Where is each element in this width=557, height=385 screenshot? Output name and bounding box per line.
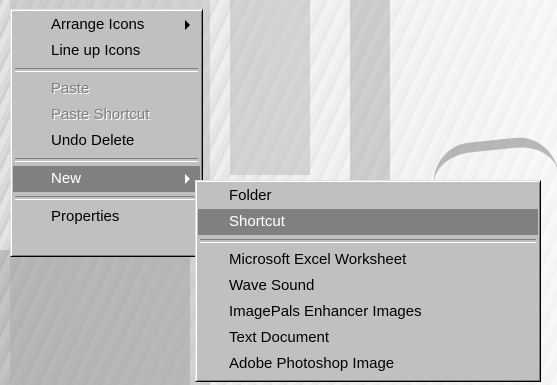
wallpaper-shape — [230, 0, 310, 175]
menu-item-undo-delete[interactable]: Undo Delete — [13, 128, 200, 154]
menu-item-label: Adobe Photoshop Image — [229, 355, 395, 372]
new-submenu: Folder Shortcut Microsoft Excel Workshee… — [195, 180, 541, 382]
menu-item-label: Paste — [51, 80, 90, 97]
submenu-item-shortcut[interactable]: Shortcut — [198, 209, 538, 235]
menu-item-label: ImagePals Enhancer Images — [229, 303, 422, 320]
submenu-arrow-icon — [185, 174, 190, 184]
menu-item-label: Wave Sound — [229, 277, 315, 294]
menu-separator — [200, 239, 536, 243]
menu-item-paste-shortcut[interactable]: Paste Shortcut — [13, 102, 200, 128]
menu-item-label: Text Document — [229, 329, 330, 346]
menu-item-label: New — [51, 170, 82, 187]
menu-item-label: Undo Delete — [51, 132, 135, 149]
menu-item-paste[interactable]: Paste — [13, 76, 200, 102]
submenu-item-excel-worksheet[interactable]: Microsoft Excel Worksheet — [198, 247, 538, 273]
submenu-item-photoshop-image[interactable]: Adobe Photoshop Image — [198, 351, 538, 377]
submenu-item-wave-sound[interactable]: Wave Sound — [198, 273, 538, 299]
menu-item-label: Properties — [51, 208, 120, 225]
menu-item-arrange-icons[interactable]: Arrange Icons — [13, 12, 200, 38]
menu-item-new[interactable]: New — [13, 166, 200, 192]
menu-item-label: Line up Icons — [51, 42, 141, 59]
wallpaper-shape — [350, 0, 390, 180]
menu-item-label: Shortcut — [229, 213, 285, 230]
menu-item-line-up-icons[interactable]: Line up Icons — [13, 38, 200, 64]
menu-separator — [15, 68, 198, 72]
menu-separator — [15, 158, 198, 162]
submenu-item-text-document[interactable]: Text Document — [198, 325, 538, 351]
submenu-item-folder[interactable]: Folder — [198, 183, 538, 209]
menu-item-label: Arrange Icons — [51, 16, 145, 33]
wallpaper-shape — [0, 250, 190, 385]
desktop-context-menu: Arrange Icons Line up Icons Paste Paste … — [10, 9, 203, 257]
menu-item-properties[interactable]: Properties — [13, 204, 200, 230]
submenu-item-imagepals-images[interactable]: ImagePals Enhancer Images — [198, 299, 538, 325]
menu-item-label: Microsoft Excel Worksheet — [229, 251, 407, 268]
menu-item-label: Paste Shortcut — [51, 106, 150, 123]
menu-item-label: Folder — [229, 187, 272, 204]
menu-separator — [15, 196, 198, 200]
submenu-arrow-icon — [185, 20, 190, 30]
